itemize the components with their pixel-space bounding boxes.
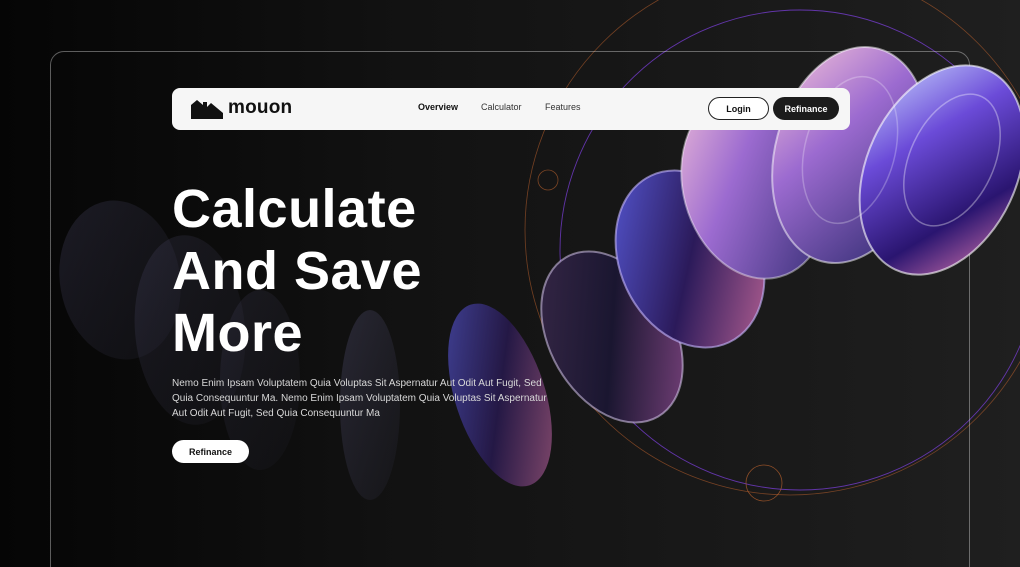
hero-title-line-3: More	[172, 303, 304, 363]
login-button[interactable]: Login	[708, 97, 769, 120]
house-logo-icon[interactable]	[191, 99, 223, 119]
hero-description: Nemo Enim Ipsam Voluptatem Quia Voluptas…	[172, 378, 547, 419]
brand-name[interactable]: mouon	[228, 97, 292, 119]
hero-title-line-2: And Save	[172, 241, 423, 301]
hero-refinance-button[interactable]: Refinance	[172, 440, 249, 463]
top-navbar: mouon Overview Calculator Features Login…	[172, 88, 850, 130]
nav-overview-link[interactable]: Overview	[418, 102, 458, 112]
hero-title-line-1: Calculate	[172, 179, 417, 239]
nav-refinance-button[interactable]: Refinance	[773, 97, 839, 120]
nav-features-link[interactable]: Features	[545, 102, 581, 112]
nav-calculator-link[interactable]: Calculator	[481, 102, 522, 112]
hero-title: Calculate And Save More	[172, 178, 532, 364]
landing-page: mouon Overview Calculator Features Login…	[0, 0, 1020, 567]
